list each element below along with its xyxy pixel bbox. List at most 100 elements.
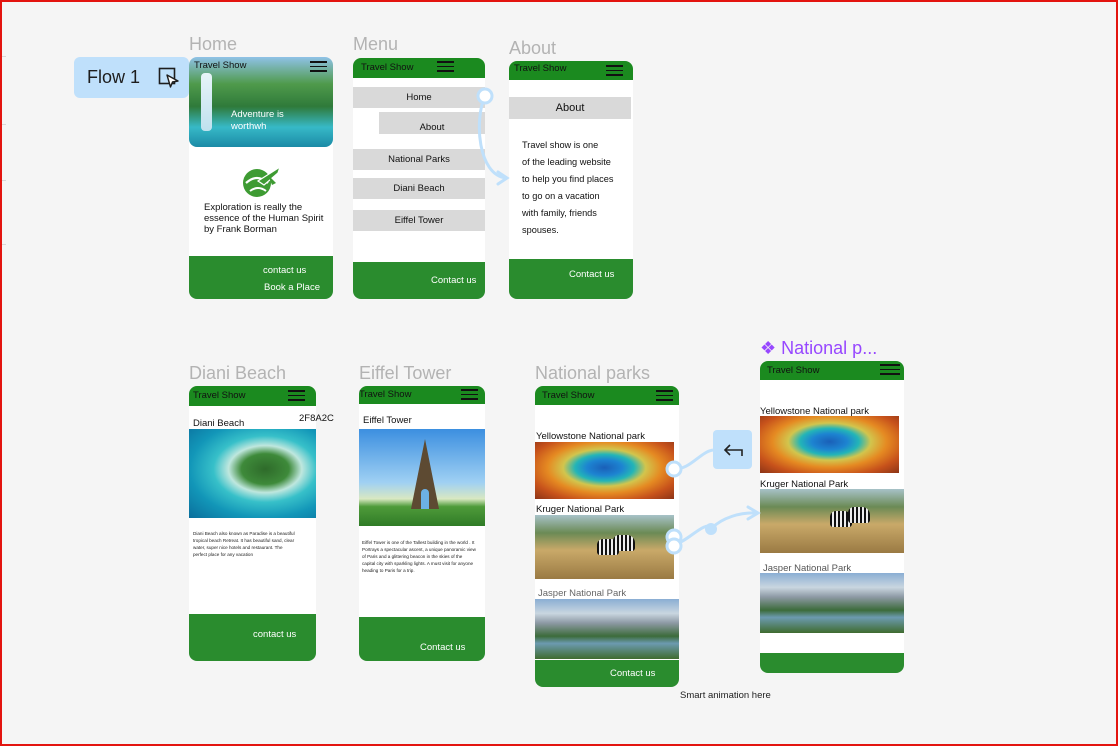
- diani-beach-aerial-image: [189, 429, 316, 518]
- hamburger-menu-icon[interactable]: [880, 364, 900, 375]
- ruler-mark: [0, 56, 6, 57]
- back-action-chip[interactable]: [713, 430, 752, 469]
- yellowstone-image[interactable]: [535, 442, 674, 499]
- hero-caption-line-2: worthwh: [231, 121, 267, 132]
- diani-line: tropical beach Retreat. It has beautiful…: [193, 538, 295, 543]
- frame-national-parks-component[interactable]: Travel Show Yellowstone National park Kr…: [760, 361, 904, 673]
- brand-title: Travel Show: [542, 390, 595, 401]
- hamburger-menu-icon[interactable]: [288, 390, 305, 401]
- footer-bar: Contact us: [535, 660, 679, 687]
- eiffel-line: Portrays a spectacular ascent, a unique …: [362, 547, 476, 552]
- about-line: to help you find places: [522, 174, 614, 184]
- contact-us-link[interactable]: Contact us: [431, 275, 476, 286]
- header-bar: Travel Show: [509, 61, 633, 80]
- ruler-mark: [0, 244, 6, 245]
- eiffel-body: Eiffel Tower is one of the Tallest build…: [362, 539, 484, 574]
- quote-line-1: Exploration is really the: [204, 202, 303, 213]
- diani-body: Diani Beach also known as Paradise is a …: [193, 530, 313, 558]
- frame-about[interactable]: Travel Show About Travel show is one of …: [509, 61, 633, 299]
- about-line: of the leading website: [522, 157, 611, 167]
- eiffel-line: heading to Paris for a trip.: [362, 568, 415, 573]
- hamburger-menu-icon[interactable]: [310, 61, 327, 72]
- frame-title-diani-beach[interactable]: Diani Beach: [189, 363, 286, 384]
- yellowstone-image[interactable]: [760, 416, 899, 473]
- eiffel-line: capital city with sparkling lights. A mu…: [362, 561, 474, 566]
- frame-title-menu[interactable]: Menu: [353, 34, 398, 55]
- footer-bar: Contact us: [509, 259, 633, 299]
- about-line: Travel show is one: [522, 140, 599, 150]
- frame-title-national-parks[interactable]: National parks: [535, 363, 650, 384]
- contact-us-link[interactable]: Contact us: [610, 668, 655, 679]
- header-bar: Travel Show: [189, 57, 333, 77]
- menu-item-about[interactable]: About: [379, 112, 485, 134]
- header-bar: Travel Show: [353, 58, 485, 78]
- contact-us-link[interactable]: contact us: [263, 265, 306, 276]
- park-title-jasper: Jasper National Park: [538, 588, 627, 599]
- diani-line: perfect place for any vacation: [193, 552, 254, 557]
- frame-home[interactable]: Adventure is worthwh Travel Show Explora…: [189, 57, 333, 299]
- header-bar: Travel Show: [760, 361, 904, 380]
- contact-us-link[interactable]: contact us: [253, 629, 296, 640]
- play-icon[interactable]: [158, 67, 180, 89]
- home-quote: Exploration is really the essence of the…: [204, 202, 323, 235]
- frame-title-eiffel-tower[interactable]: Eiffel Tower: [359, 363, 451, 384]
- quote-author: by Frank Borman: [204, 224, 277, 235]
- frame-title-national-parks-component[interactable]: ❖ National p...: [760, 338, 877, 359]
- brand-title: Travel Show: [514, 63, 567, 74]
- jasper-image[interactable]: [535, 599, 679, 659]
- brand-title: Travel Show: [767, 365, 820, 376]
- menu-item-eiffel-tower[interactable]: Eiffel Tower: [353, 210, 485, 231]
- footer-bar: contact us Book a Place: [189, 256, 333, 299]
- frame-eiffel-tower[interactable]: Travel Show Eiffel Tower Eiffel Tower is…: [359, 386, 485, 661]
- menu-item-national-parks[interactable]: National Parks: [353, 149, 485, 170]
- about-line: to go on a vacation: [522, 191, 600, 201]
- about-heading: About: [509, 97, 631, 119]
- kruger-image[interactable]: [535, 515, 674, 579]
- park-title-kruger: Kruger National Park: [536, 504, 625, 515]
- menu-item-home[interactable]: Home: [353, 87, 485, 108]
- about-line: spouses.: [522, 225, 559, 235]
- contact-us-link[interactable]: Contact us: [420, 642, 465, 653]
- menu-item-diani-beach[interactable]: Diani Beach: [353, 178, 485, 199]
- park-title-yellowstone: Yellowstone National park: [536, 431, 645, 442]
- hamburger-menu-icon[interactable]: [461, 389, 478, 400]
- hamburger-menu-icon[interactable]: [656, 390, 673, 401]
- frame-title-about[interactable]: About: [509, 38, 556, 59]
- hamburger-menu-icon[interactable]: [606, 65, 623, 76]
- eiffel-heading: Eiffel Tower: [363, 415, 412, 426]
- diani-line: water, super nice hotels and restaurant.…: [193, 545, 283, 550]
- frame-diani-beach[interactable]: Travel Show Diani Beach Diani Beach also…: [189, 386, 316, 661]
- brand-title: Travel Show: [194, 60, 247, 71]
- return-arrow-icon: [723, 444, 743, 456]
- kruger-image[interactable]: [760, 489, 904, 553]
- header-bar: Travel Show: [535, 386, 679, 405]
- frame-national-parks[interactable]: Travel Show Yellowstone National park Kr…: [535, 386, 679, 687]
- footer-bar: Contact us: [353, 262, 485, 299]
- ruler-mark: [0, 180, 6, 181]
- diani-heading: Diani Beach: [193, 418, 245, 429]
- header-bar: Travel Show: [359, 386, 485, 404]
- quote-line-2: essence of the Human Spirit: [204, 213, 324, 224]
- brand-title: Travel Show: [359, 389, 412, 400]
- hamburger-menu-icon[interactable]: [437, 61, 454, 72]
- diani-line: Diani Beach also known as Paradise is a …: [193, 531, 295, 536]
- book-a-place-link[interactable]: Book a Place: [264, 282, 320, 293]
- contact-us-link[interactable]: Contact us: [569, 269, 614, 280]
- flow-label: Flow 1: [87, 67, 141, 87]
- frame-menu[interactable]: Travel Show Home About National Parks Di…: [353, 58, 485, 299]
- brand-title: Travel Show: [361, 62, 414, 73]
- color-code-label: 2F8A2C: [299, 413, 334, 424]
- eiffel-tower-image: [359, 429, 485, 526]
- flow-start-chip[interactable]: Flow 1: [74, 57, 189, 98]
- footer-bar: contact us: [189, 614, 316, 661]
- eiffel-line: of Paris and a glittering beacon in the …: [362, 554, 463, 559]
- footer-bar: Contact us: [359, 617, 485, 661]
- eiffel-line: Eiffel Tower is one of the Tallest build…: [362, 540, 475, 545]
- frame-title-home[interactable]: Home: [189, 34, 237, 55]
- jasper-image[interactable]: [760, 573, 904, 633]
- header-bar: Travel Show: [189, 386, 316, 406]
- brand-title: Travel Show: [193, 390, 246, 401]
- about-body: Travel show is one of the leading websit…: [522, 137, 613, 239]
- travel-globe-plane-logo: [243, 165, 282, 197]
- ruler-mark: [0, 124, 6, 125]
